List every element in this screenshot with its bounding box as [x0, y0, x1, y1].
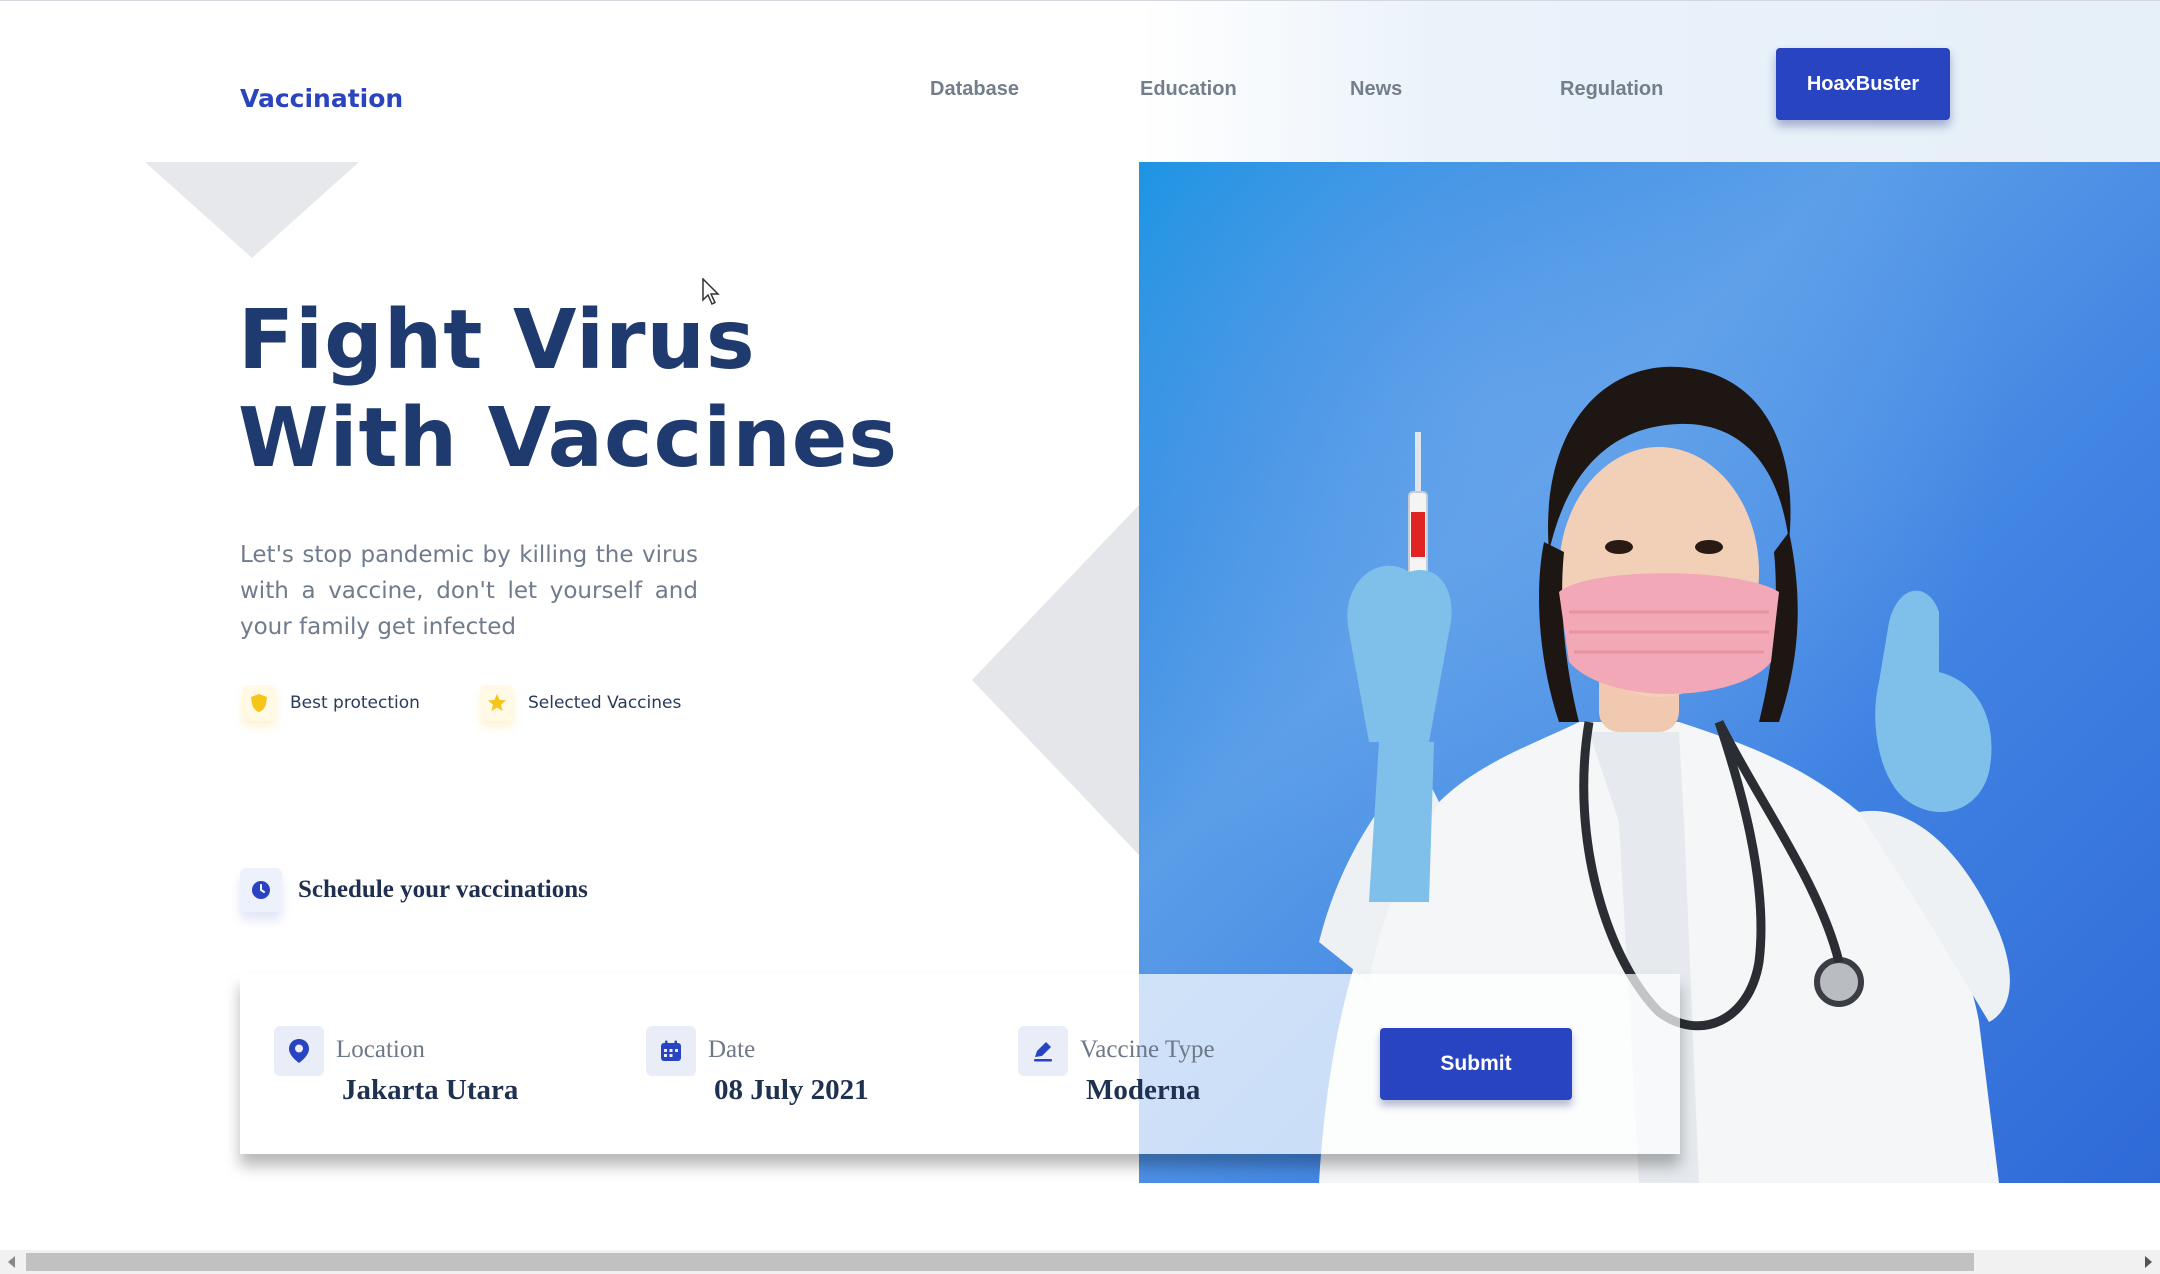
nav-education[interactable]: Education [1140, 78, 1237, 101]
hero-title: Fight Virus With Vaccines [238, 292, 898, 488]
badge-selected-vaccines: Selected Vaccines [480, 685, 681, 721]
nav-news[interactable]: News [1350, 78, 1402, 101]
vaccine-type-label: Vaccine Type [1080, 1036, 1215, 1063]
submit-button[interactable]: Submit [1380, 1028, 1572, 1100]
location-value[interactable]: Jakarta Utara [342, 1074, 518, 1107]
clock-icon [240, 868, 282, 912]
star-icon [480, 685, 514, 721]
horizontal-scrollbar[interactable] [0, 1250, 2160, 1274]
vaccine-type-value[interactable]: Moderna [1086, 1074, 1200, 1107]
pen-icon [1018, 1026, 1068, 1076]
hero-subtitle: Let's stop pandemic by killing the virus… [240, 542, 698, 640]
mouse-cursor-icon [702, 278, 720, 306]
badge-label: Selected Vaccines [528, 693, 682, 713]
date-value[interactable]: 08 July 2021 [714, 1074, 869, 1107]
scroll-left-arrow-icon[interactable] [8, 1256, 15, 1268]
schedule-label: Schedule your vaccinations [298, 876, 588, 903]
hero-title-line-2: With Vaccines [238, 391, 899, 486]
scroll-right-arrow-icon[interactable] [2145, 1256, 2152, 1268]
nav-database[interactable]: Database [930, 78, 1019, 101]
badge-best-protection: Best protection [242, 685, 420, 721]
hoaxbuster-button[interactable]: HoaxBuster [1776, 48, 1950, 120]
decorative-triangle-middle [972, 505, 1139, 855]
schedule-heading: Schedule your vaccinations [240, 868, 588, 912]
nav-regulation[interactable]: Regulation [1560, 78, 1663, 101]
shield-icon [242, 685, 276, 721]
date-label: Date [708, 1036, 756, 1063]
schedule-form: Location Jakarta Utara Date 08 July 2021… [240, 974, 1680, 1154]
location-label: Location [336, 1036, 425, 1063]
logo[interactable]: Vaccination [240, 84, 403, 113]
calendar-icon [646, 1026, 696, 1076]
scrollbar-thumb[interactable] [26, 1253, 1974, 1271]
hero-title-line-1: Fight Virus [238, 293, 756, 388]
map-pin-icon [274, 1026, 324, 1076]
badge-label: Best protection [290, 693, 420, 713]
decorative-triangle-top [145, 162, 359, 258]
